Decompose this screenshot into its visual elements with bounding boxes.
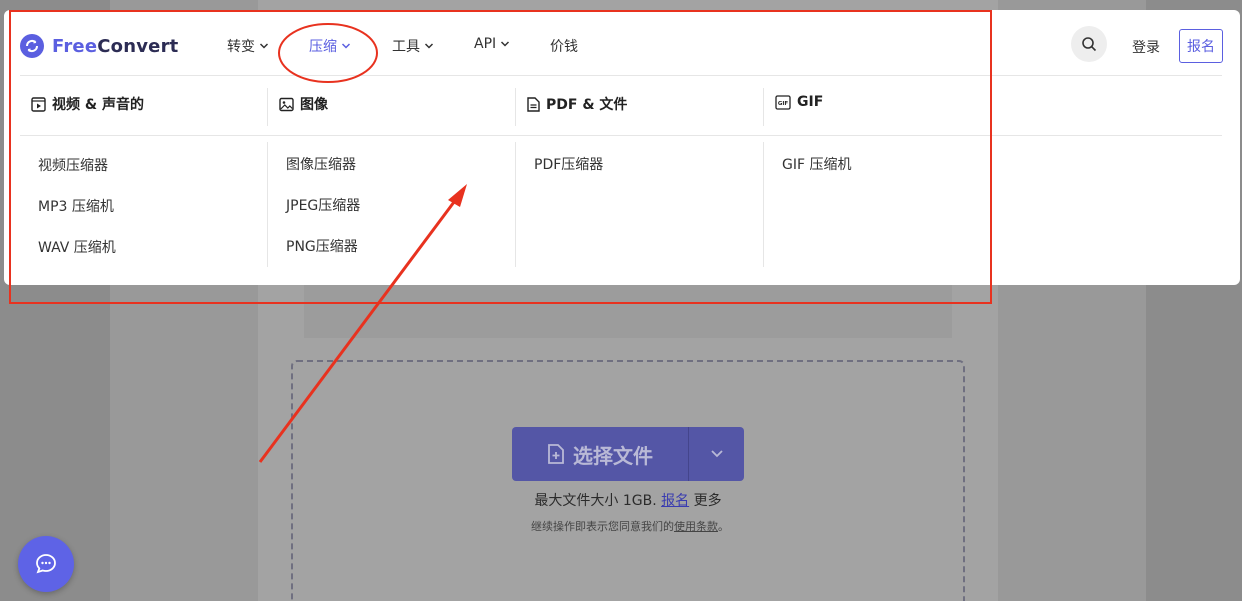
menu-column-title-text: 视频 & 声音的 xyxy=(52,97,144,113)
nav-pricing[interactable]: 价钱 xyxy=(550,36,578,56)
menu-column-title-text: 图像 xyxy=(300,97,328,113)
choose-file-label: 选择文件 xyxy=(573,443,653,468)
nav-compress-label: 压缩 xyxy=(309,39,337,55)
header-mega-menu: FreeConvert 转变 压缩 工具 API 价钱 登录 报名 视频 & 声… xyxy=(4,10,1240,285)
nav-api[interactable]: API xyxy=(474,36,510,52)
image-icon xyxy=(279,97,294,111)
column-divider xyxy=(267,142,268,267)
column-divider xyxy=(515,88,516,126)
menu-item-image-compressor[interactable]: 图像压缩器 xyxy=(286,154,356,174)
choose-file-main[interactable]: 选择文件 xyxy=(512,427,688,481)
menu-column-title-text: GIF xyxy=(797,94,824,110)
site-header: FreeConvert 转变 压缩 工具 API 价钱 登录 报名 xyxy=(4,10,1240,76)
chat-button[interactable] xyxy=(18,536,74,592)
gif-icon: GIF xyxy=(775,94,791,110)
chevron-down-icon xyxy=(341,43,351,49)
logo-text-convert: Convert xyxy=(97,35,179,57)
terms-suffix: 。 xyxy=(718,520,729,533)
max-size-signup-link[interactable]: 报名 xyxy=(661,493,689,509)
menu-item-mp3-compressor[interactable]: MP3 压缩机 xyxy=(38,196,114,216)
video-icon xyxy=(31,96,46,112)
terms-text: 继续操作即表示您同意我们的使用条款。 xyxy=(480,518,780,534)
logo-text: FreeConvert xyxy=(52,36,178,57)
chat-icon xyxy=(36,554,56,574)
search-button[interactable] xyxy=(1071,26,1107,62)
chevron-down-icon xyxy=(501,41,510,47)
chevron-down-icon xyxy=(710,450,723,458)
menu-item-png-compressor[interactable]: PNG压缩器 xyxy=(286,236,358,256)
document-icon xyxy=(527,96,540,112)
logo[interactable]: FreeConvert xyxy=(20,34,178,58)
column-divider xyxy=(267,88,268,126)
max-size-suffix: 更多 xyxy=(693,493,722,509)
max-size-prefix: 最大文件大小 1GB. xyxy=(534,493,657,509)
banner-area xyxy=(304,282,952,338)
terms-prefix: 继续操作即表示您同意我们的 xyxy=(531,520,674,533)
column-divider xyxy=(763,142,764,267)
logo-text-free: Free xyxy=(52,35,98,57)
max-file-size-text: 最大文件大小 1GB. 报名 更多 xyxy=(512,490,744,510)
menu-column-image-title: 图像 xyxy=(279,94,328,114)
menu-column-title-text: PDF & 文件 xyxy=(546,97,628,113)
menu-column-video-audio-title: 视频 & 声音的 xyxy=(31,94,144,114)
choose-file-dropdown[interactable] xyxy=(689,427,744,481)
choose-file-button[interactable]: 选择文件 xyxy=(512,427,744,481)
nav-pricing-label: 价钱 xyxy=(550,39,578,55)
nav-tools[interactable]: 工具 xyxy=(392,36,434,56)
login-link[interactable]: 登录 xyxy=(1132,37,1160,57)
search-icon xyxy=(1082,37,1097,52)
nav-tools-label: 工具 xyxy=(392,39,420,55)
menu-column-pdf-title: PDF & 文件 xyxy=(527,94,627,114)
nav-convert[interactable]: 转变 xyxy=(227,36,269,56)
menu-header-divider xyxy=(20,135,1222,136)
column-divider xyxy=(763,88,764,126)
menu-item-pdf-compressor[interactable]: PDF压缩器 xyxy=(534,154,603,174)
menu-item-jpeg-compressor[interactable]: JPEG压缩器 xyxy=(286,195,360,215)
nav-api-label: API xyxy=(474,36,497,52)
menu-top-divider xyxy=(20,75,1222,76)
nav-convert-label: 转变 xyxy=(227,39,255,55)
menu-column-gif-title: GIF GIF xyxy=(775,94,823,110)
chevron-down-icon xyxy=(259,43,269,49)
menu-item-video-compressor[interactable]: 视频压缩器 xyxy=(38,155,108,175)
chevron-down-icon xyxy=(424,43,434,49)
logo-icon xyxy=(20,34,44,58)
menu-item-wav-compressor[interactable]: WAV 压缩机 xyxy=(38,237,116,257)
column-divider xyxy=(515,142,516,267)
nav-compress[interactable]: 压缩 xyxy=(309,36,351,56)
svg-text:GIF: GIF xyxy=(778,101,789,107)
signup-button[interactable]: 报名 xyxy=(1179,29,1223,63)
file-add-icon xyxy=(548,444,564,464)
menu-item-gif-compressor[interactable]: GIF 压缩机 xyxy=(782,154,851,174)
terms-link[interactable]: 使用条款 xyxy=(674,520,718,533)
